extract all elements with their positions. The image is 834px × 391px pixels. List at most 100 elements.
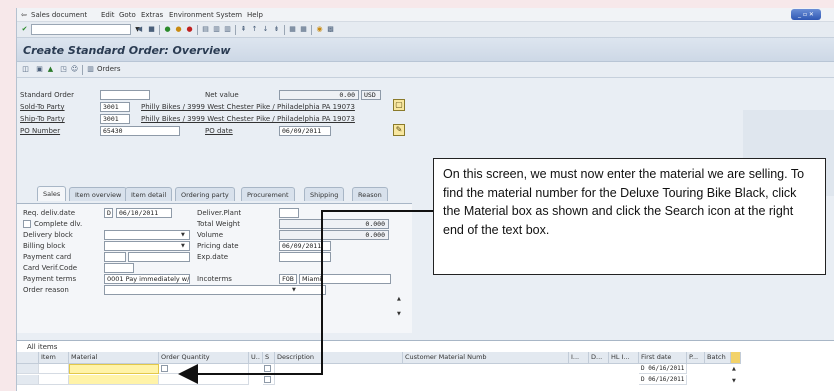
po-date-field[interactable]: 06/09/2011	[279, 126, 331, 136]
scroll-up-icon[interactable]: ▲	[397, 296, 401, 302]
enter-icon[interactable]: ✔	[20, 25, 29, 34]
orders-button[interactable]: Orders	[97, 65, 121, 73]
column-header-hl-item[interactable]: HL I...	[609, 352, 639, 364]
payment-card-type-field[interactable]	[104, 252, 126, 262]
command-field[interactable]: ▼	[31, 24, 140, 35]
first-date-cell[interactable]: D 06/16/2011	[639, 364, 687, 374]
column-header-material[interactable]: Material	[69, 352, 159, 364]
help-icon[interactable]: ◉	[315, 25, 324, 34]
complete-dlv-checkbox[interactable]	[23, 220, 31, 228]
sold-to-party-field[interactable]: 3001	[100, 102, 130, 112]
first-date-cell[interactable]: D 06/16/2011	[639, 375, 687, 385]
column-header-unit[interactable]: U..	[249, 352, 263, 364]
incoterms-place-field[interactable]: Miami	[299, 274, 391, 284]
menu-item-sales-document[interactable]: Sales document	[31, 11, 87, 19]
column-header-s[interactable]: S	[263, 352, 275, 364]
column-header-description[interactable]: Description	[275, 352, 403, 364]
po-number-field[interactable]: 65430	[100, 126, 180, 136]
po-date-label[interactable]: PO date	[205, 127, 233, 135]
display-header-icon[interactable]: ◳	[59, 65, 68, 74]
column-header-order-quantity[interactable]: Order Quantity	[159, 352, 249, 364]
po-number-label[interactable]: PO Number	[20, 127, 60, 135]
ship-to-party-description[interactable]: Philly Bikes / 3999 West Chester Pike / …	[141, 115, 355, 123]
billing-block-select[interactable]	[104, 241, 190, 251]
exit-icon[interactable]: ●	[174, 25, 183, 34]
chevron-down-icon[interactable]: ▼	[181, 232, 185, 238]
search-help-icon[interactable]	[161, 365, 168, 372]
item-cell[interactable]	[39, 375, 69, 385]
ship-to-party-field[interactable]: 3001	[100, 114, 130, 124]
cancel-icon[interactable]: ●	[185, 25, 194, 34]
item-cell[interactable]	[39, 364, 69, 374]
column-header-customer-material[interactable]: Customer Material Numb	[403, 352, 569, 364]
menu-item-environment[interactable]: Environment	[169, 11, 214, 19]
previous-page-icon[interactable]: ↑	[250, 25, 259, 34]
display-doc-flow-icon[interactable]: ◫	[21, 65, 30, 74]
deliver-plant-field[interactable]	[279, 208, 299, 218]
menu-icon[interactable]: ⇦	[21, 11, 27, 19]
delivery-block-select[interactable]	[104, 230, 190, 240]
print-icon[interactable]: ▤	[201, 25, 210, 34]
next-page-icon[interactable]: ↓	[261, 25, 270, 34]
shortcut-icon[interactable]: ▦	[299, 25, 308, 34]
tab-shipping[interactable]: Shipping	[304, 187, 345, 201]
window-controls[interactable]: _ ▫ ✕	[791, 9, 821, 20]
row-selector[interactable]	[17, 375, 39, 385]
status-cell[interactable]	[263, 375, 275, 385]
tab-item-detail[interactable]: Item detail	[125, 187, 173, 201]
user-icon[interactable]: ☺	[70, 65, 79, 74]
chevron-down-icon[interactable]: ▼	[292, 287, 296, 293]
table-settings-icon[interactable]	[731, 352, 741, 364]
chevron-down-icon[interactable]: ▼	[181, 243, 185, 249]
order-quantity-cell[interactable]	[159, 364, 249, 374]
menu-item-goto[interactable]: Goto	[119, 11, 136, 19]
row-selector[interactable]	[17, 364, 39, 374]
menu-item-edit[interactable]: Edit	[101, 11, 115, 19]
status-checkbox[interactable]	[264, 376, 271, 383]
incoterms-code-field[interactable]: FOB	[279, 274, 297, 284]
back-icon[interactable]: ●	[163, 25, 172, 34]
payment-card-field[interactable]	[128, 252, 190, 262]
orders-icon[interactable]: ▥	[86, 65, 95, 74]
save-icon[interactable]: ■	[147, 25, 156, 34]
find-icon[interactable]: ▥	[212, 25, 221, 34]
column-header-i[interactable]: I...	[569, 352, 589, 364]
sold-to-party-description[interactable]: Philly Bikes / 3999 West Chester Pike / …	[141, 103, 355, 111]
menu-item-help[interactable]: Help	[247, 11, 263, 19]
status-cell[interactable]	[263, 364, 275, 374]
column-header-p[interactable]: P...	[687, 352, 705, 364]
edit-icon[interactable]: ✎	[393, 124, 405, 136]
tab-sales[interactable]: Sales	[37, 186, 67, 201]
tab-reason[interactable]: Reason	[352, 187, 388, 201]
row-selector-header[interactable]	[17, 352, 39, 364]
tab-ordering-party[interactable]: Ordering party	[175, 187, 235, 201]
first-page-icon[interactable]: ⇞	[239, 25, 248, 34]
menu-item-system[interactable]: System	[216, 11, 242, 19]
order-quantity-cell[interactable]	[159, 375, 249, 385]
tab-procurement[interactable]: Procurement	[241, 187, 295, 201]
column-header-item[interactable]: Item	[39, 352, 69, 364]
layout-menu-icon[interactable]: ▩	[326, 25, 335, 34]
tab-item-overview[interactable]: Item overview	[69, 187, 128, 201]
material-cell[interactable]	[69, 375, 159, 385]
scroll-up-icon[interactable]: ▲	[732, 366, 736, 372]
req-deliv-date-format-field[interactable]: D	[104, 208, 113, 218]
scroll-down-icon[interactable]: ▼	[732, 378, 736, 384]
column-header-d[interactable]: D...	[589, 352, 609, 364]
header-output-icon[interactable]: ▣	[35, 65, 44, 74]
document-icon[interactable]: ▢	[393, 99, 405, 111]
material-cell[interactable]	[69, 364, 159, 374]
printer-icon[interactable]: ▲	[46, 65, 55, 74]
scroll-down-icon[interactable]: ▼	[397, 311, 401, 317]
back-arrow-icon[interactable]: ◀	[135, 25, 144, 34]
ship-to-party-label[interactable]: Ship-To Party	[20, 115, 65, 123]
find-next-icon[interactable]: ▥	[223, 25, 232, 34]
last-page-icon[interactable]: ⇟	[272, 25, 281, 34]
status-checkbox[interactable]	[264, 365, 271, 372]
new-session-icon[interactable]: ▦	[288, 25, 297, 34]
exp-date-field[interactable]	[279, 252, 331, 262]
menu-item-extras[interactable]: Extras	[141, 11, 163, 19]
card-verif-code-field[interactable]	[104, 263, 134, 273]
pricing-date-field[interactable]: 06/09/2011	[279, 241, 331, 251]
req-deliv-date-field[interactable]: 06/10/2011	[116, 208, 172, 218]
